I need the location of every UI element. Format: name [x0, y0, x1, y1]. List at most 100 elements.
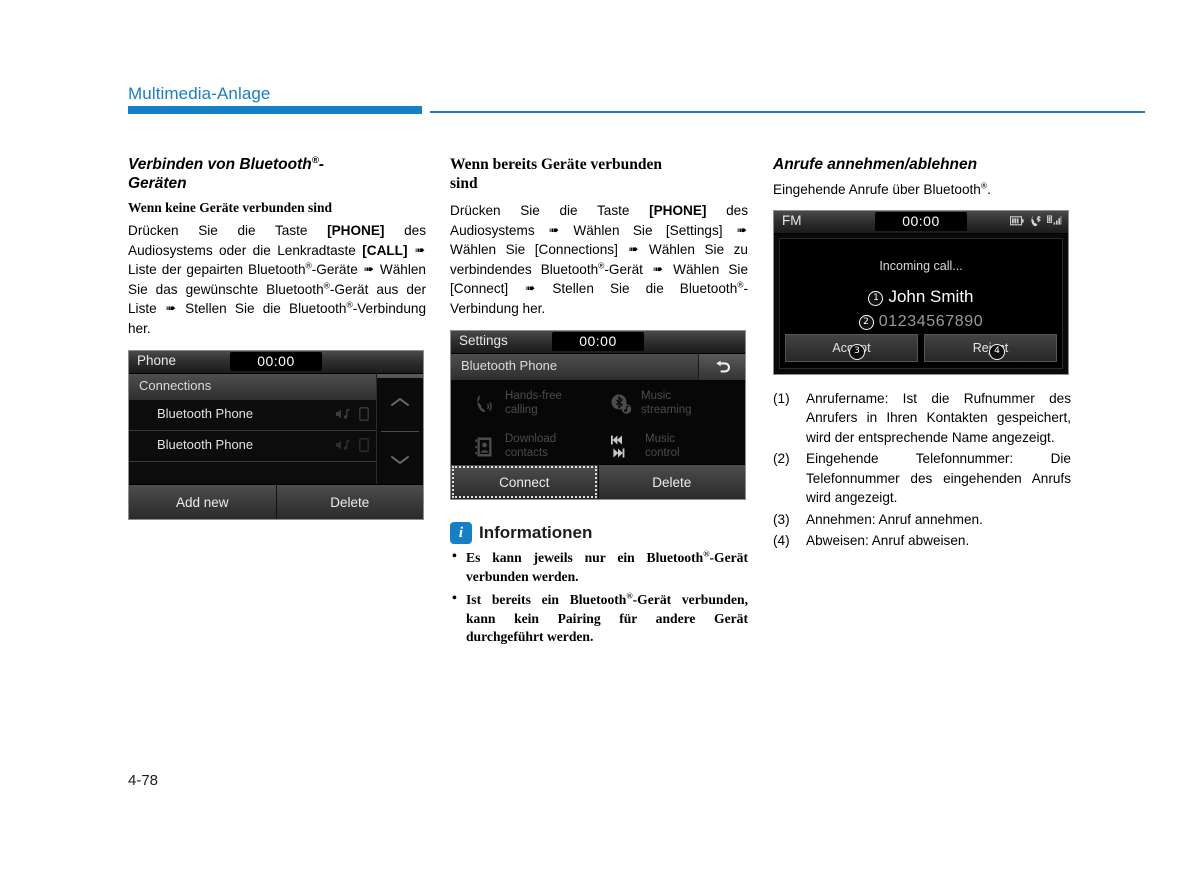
callout-legend-number: (1)	[773, 390, 790, 406]
column-one: Verbinden von Bluetooth®- Geräten Wenn ke…	[128, 155, 426, 520]
callout-legend-text: Anrufername: Ist die Rufnummer des Anruf…	[806, 390, 1071, 445]
connections-list: Bluetooth Phone Bluetooth Phone	[129, 400, 377, 493]
arrow-icon: ➠	[525, 281, 536, 295]
header-rule-thick	[128, 106, 422, 114]
section-heading-already-connected: Wenn bereits Geräte verbunden sind	[450, 156, 662, 192]
feature-label: Music streaming	[641, 390, 692, 416]
delete-button[interactable]: Delete	[275, 485, 424, 519]
scroll-down-button[interactable]	[377, 448, 423, 472]
device-clock: 00:00	[552, 332, 644, 351]
section-heading-connect-bluetooth: Verbinden von Bluetooth®- Geräten	[128, 154, 324, 192]
feature-label: Hands-free calling	[505, 390, 562, 416]
arrow-icon: ➠	[628, 242, 639, 256]
device-bottom-bar: Add new Delete	[129, 484, 423, 519]
callout-marker-2: 2	[858, 314, 874, 330]
chapter-title: Multimedia-Anlage	[128, 84, 271, 103]
screenshot-settings-bluetooth-phone: Settings 00:00 Bluetooth Phone Hands-fre…	[450, 330, 746, 500]
chevron-up-icon	[391, 398, 409, 406]
list-title: Connections	[139, 378, 212, 393]
arrow-icon: ➠	[165, 301, 176, 315]
device-status-bar: Settings 00:00	[451, 331, 745, 354]
track-skip-icon	[611, 435, 625, 457]
handset-icon	[477, 394, 492, 412]
delete-button[interactable]: Delete	[597, 465, 746, 499]
caller-name-text: John Smith	[888, 286, 974, 306]
signal-strength-icon	[1047, 215, 1062, 225]
arrow-icon: ➠	[653, 261, 664, 276]
callout-legend-text: Annehmen: Anruf annehmen.	[806, 511, 983, 527]
callout-legend-item: (4) Abweisen: Anruf abweisen.	[773, 531, 1071, 551]
arrow-icon: ➠	[363, 262, 374, 276]
call-action-buttons: Accept Reject	[785, 333, 1057, 362]
information-item: Es kann jeweils nur ein Bluetooth®-Gerät…	[450, 548, 748, 586]
paragraph-no-devices: Drücken Sie die Taste [PHONE] des Audios…	[128, 223, 427, 336]
back-arrow-icon	[715, 360, 730, 372]
scrollbar-divider	[381, 431, 419, 432]
contacts-book-icon	[475, 437, 492, 456]
arrow-icon: ➠	[414, 242, 425, 257]
chevron-down-icon	[391, 456, 409, 464]
list-scrollbar[interactable]	[376, 378, 423, 484]
header-rule-thin	[430, 111, 1145, 113]
paragraph-already-connected: Drücken Sie die Taste [PHONE] des Audios…	[450, 203, 749, 316]
screenshot-incoming-call: FM 00:00 Incoming call... 1 John Smith 2…	[773, 209, 1069, 375]
caller-number-text: 01234567890	[878, 312, 984, 330]
subheading-no-devices: Wenn keine Geräte verbunden sind	[128, 200, 333, 215]
scroll-up-button[interactable]	[377, 390, 423, 414]
feature-hands-free-calling: Hands-free calling	[473, 390, 562, 417]
feature-download-contacts: Download contacts	[473, 433, 556, 460]
callout-legend-text: Eingehende Telefonnummer: Die Telefonnum…	[806, 451, 1071, 505]
information-title: Informationen	[479, 523, 593, 542]
phone-device-icon	[359, 438, 369, 452]
callout-legend-text: Abweisen: Anruf abweisen.	[806, 533, 970, 548]
manual-page: Multimedia-Anlage Verbinden von Bluetoot…	[0, 0, 1200, 875]
device-title: FM	[782, 212, 802, 228]
callout-legend-item: (2) Eingehende Telefonnummer: Die Telefo…	[773, 449, 1071, 508]
feature-music-streaming: Music streaming	[609, 390, 692, 417]
back-button[interactable]	[698, 354, 745, 380]
bluetooth-phone-icon	[1031, 215, 1041, 226]
phone-device-icon	[359, 407, 369, 421]
information-list: Es kann jeweils nur ein Bluetooth®-Gerät…	[450, 548, 748, 647]
screenshot-phone-connections: Phone 00:00 Connections Bluetooth Phone	[128, 350, 424, 520]
list-item-label: Bluetooth Phone	[157, 437, 254, 452]
device-status-bar: FM 00:00	[774, 210, 1068, 234]
paragraph-incoming-calls: Eingehende Anrufe über Bluetooth®.	[773, 180, 991, 197]
callout-legend-number: (2)	[773, 451, 790, 466]
callout-legend-item: (1) Anrufername: Ist die Rufnummer des A…	[773, 389, 1071, 448]
information-item: Ist bereits ein Bluetooth®-Gerät verbund…	[450, 590, 748, 647]
info-icon: i	[450, 522, 472, 544]
callout-legend-number: (3)	[773, 511, 790, 527]
battery-icon	[1010, 215, 1024, 225]
callout-marker-1: 1	[868, 290, 884, 306]
callout-legend-number: (4)	[773, 533, 790, 548]
device-bottom-bar: Connect Delete	[451, 464, 745, 499]
connect-button[interactable]: Connect	[451, 465, 598, 499]
audio-streaming-icon	[336, 408, 350, 419]
list-item[interactable]: Bluetooth Phone	[129, 431, 377, 462]
device-clock: 00:00	[875, 211, 967, 231]
callout-legend-list: (1) Anrufername: Ist die Rufnummer des A…	[773, 389, 1071, 551]
callout-marker-4: 4	[989, 343, 1005, 360]
device-clock: 00:00	[230, 352, 322, 371]
audio-streaming-icon	[336, 439, 350, 450]
column-three: Anrufe annehmen/ablehnen Eingehende Anru…	[773, 155, 1071, 553]
callout-marker-3: 3	[849, 343, 865, 360]
feature-grid: Hands-free calling Music streaming Downl…	[451, 380, 745, 465]
bluetooth-audio-icon	[611, 394, 632, 414]
arrow-icon: ➠	[736, 222, 747, 237]
caller-name: 1 John Smith	[780, 287, 1062, 307]
callout-legend-item: (3) Annehmen: Anruf annehmen.	[773, 510, 1071, 530]
device-title: Settings	[459, 333, 508, 348]
list-item[interactable]: Bluetooth Phone	[129, 400, 377, 431]
list-item-label: Bluetooth Phone	[157, 406, 254, 421]
feature-label: Music control	[645, 433, 680, 459]
device-status-bar: Phone 00:00	[129, 351, 423, 374]
feature-label: Download contacts	[505, 433, 557, 459]
status-icons	[1010, 215, 1062, 227]
feature-music-control: Music control	[609, 433, 680, 460]
incoming-call-text: Incoming call...	[879, 258, 963, 273]
device-title: Phone	[137, 353, 177, 368]
column-two: Wenn bereits Geräte verbunden sind Drücke…	[450, 155, 748, 652]
add-new-button[interactable]: Add new	[129, 485, 276, 519]
